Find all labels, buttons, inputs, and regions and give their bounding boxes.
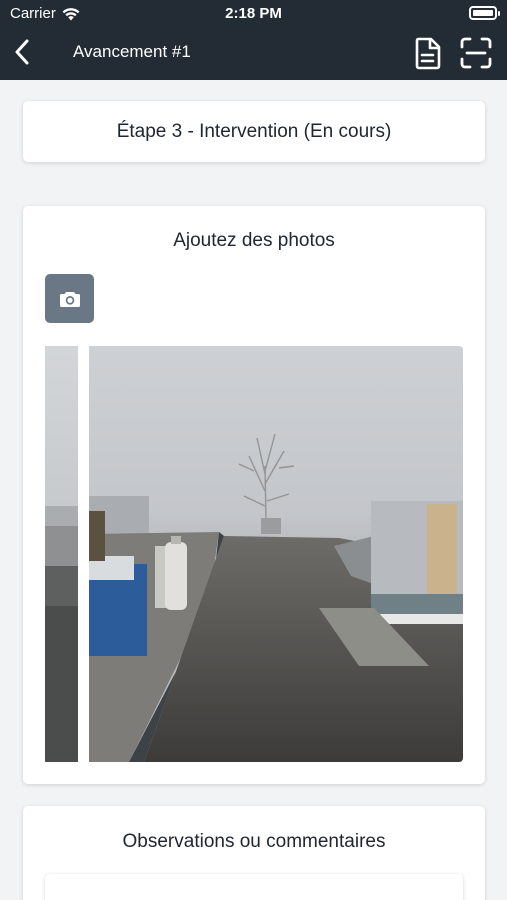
page-title: Avancement #1: [73, 42, 191, 61]
photo-thumbnail-previous[interactable]: [45, 346, 78, 762]
camera-icon: [59, 291, 80, 307]
document-button[interactable]: [412, 36, 444, 70]
add-photo-button[interactable]: [45, 274, 94, 323]
top-bar: Carrier 2:18 PM Avancement #1: [0, 0, 507, 80]
rooftop-photo[interactable]: [89, 346, 463, 762]
observations-card: Observations ou commentaires: [23, 806, 485, 900]
battery-icon: [469, 6, 500, 20]
observations-title: Observations ou commentaires: [122, 831, 386, 852]
step-label: Étape 3 - Intervention (En cours): [116, 120, 392, 142]
document-icon: [415, 37, 441, 70]
step-card: Étape 3 - Intervention (En cours): [23, 101, 485, 162]
photos-card: Ajoutez des photos: [23, 206, 485, 784]
back-button[interactable]: [8, 36, 36, 68]
scan-button[interactable]: [459, 36, 493, 70]
observations-input[interactable]: [45, 874, 463, 900]
photos-title: Ajoutez des photos: [173, 230, 335, 251]
chevron-left-icon: [15, 39, 29, 65]
nav-bar: Avancement #1: [0, 28, 507, 80]
status-time: 2:18 PM: [225, 5, 282, 22]
scan-icon: [460, 37, 492, 69]
status-bar: Carrier 2:18 PM: [0, 0, 507, 28]
